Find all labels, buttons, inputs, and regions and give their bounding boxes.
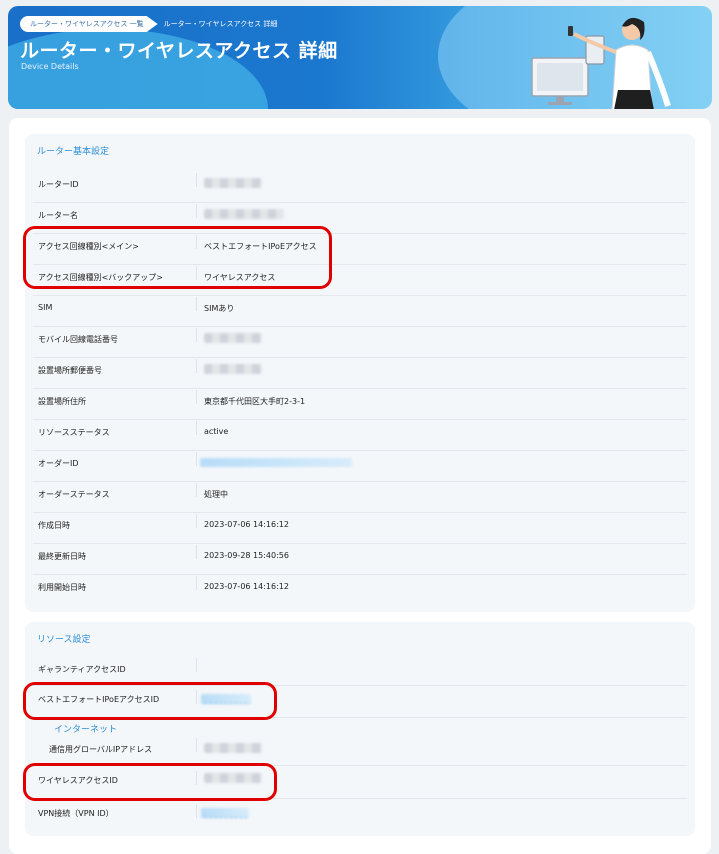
besteffort-access-id-link[interactable]: [201, 694, 251, 706]
page-subtitle: Device Details: [21, 62, 79, 71]
row-value: SIMあり: [204, 304, 235, 313]
detail-row-updated-at: 最終更新日時 2023-09-28 15:40:56: [33, 543, 687, 575]
row-value: ワイヤレスアクセス: [204, 273, 276, 282]
page-title: ルーター・ワイヤレスアクセス 詳細: [20, 40, 338, 62]
section-title: ルーター基本設定: [37, 147, 110, 157]
row-label: ルーターID: [38, 180, 79, 189]
row-value: 処理中: [204, 490, 228, 499]
row-value: 東京都千代田区大手町2-3-1: [204, 397, 306, 406]
row-label: VPN接続（VPN ID）: [38, 809, 114, 818]
detail-row-created-at: 作成日時 2023-07-06 14:16:12: [33, 512, 687, 544]
vpn-id-link[interactable]: [201, 808, 249, 820]
order-id-link[interactable]: [200, 458, 352, 469]
detail-row-order-status: オーダーステータス 処理中: [33, 481, 687, 513]
row-label: 設置場所郵便番号: [38, 366, 102, 375]
row-label: 通信用グローバルIPアドレス: [49, 745, 153, 754]
detail-row-access-backup: アクセス回線種別<バックアップ> ワイヤレスアクセス: [33, 264, 687, 296]
row-label: 利用開始日時: [38, 583, 86, 592]
row-label: 最終更新日時: [38, 552, 86, 561]
row-value: 2023-07-06 14:16:12: [204, 520, 289, 529]
row-value: active: [204, 427, 229, 436]
detail-row-global-ip: 通信用グローバルIPアドレス: [44, 736, 687, 766]
detail-row-start-at: 利用開始日時 2023-07-06 14:16:12: [33, 574, 687, 605]
row-value: 2023-09-28 15:40:56: [204, 551, 289, 560]
row-label: ルーター名: [38, 211, 78, 220]
detail-row-vpn-id: VPN接続（VPN ID）: [33, 798, 687, 830]
row-label: リソースステータス: [38, 428, 110, 437]
row-label: アクセス回線種別<メイン>: [38, 242, 140, 251]
row-value-masked: [204, 178, 262, 190]
person-with-devices-illustration: [531, 17, 671, 109]
row-label: ベストエフォートIPoEアクセスID: [38, 695, 160, 704]
page-header: ルーター・ワイヤレスアクセス 一覧 ルーター・ワイヤレスアクセス 詳細 ルーター…: [8, 6, 712, 109]
row-label: ギャランティアクセスID: [38, 665, 126, 674]
row-label: モバイル回線電話番号: [38, 335, 118, 344]
detail-row-resource-status: リソースステータス active: [33, 419, 687, 451]
row-label: オーダーID: [38, 459, 79, 468]
detail-row-order-id: オーダーID: [33, 450, 687, 482]
detail-row-sim: SIM SIMあり: [33, 295, 687, 327]
details-panel: ルーター基本設定 ルーターID ルーター名 アクセス回線種別<メイン> ベストエ…: [9, 118, 711, 854]
row-value-masked: [204, 333, 262, 345]
row-label: 作成日時: [38, 521, 70, 530]
router-basic-settings-section: ルーター基本設定 ルーターID ルーター名 アクセス回線種別<メイン> ベストエ…: [25, 134, 695, 612]
breadcrumb-current: ルーター・ワイヤレスアクセス 詳細: [163, 20, 278, 28]
row-label: オーダーステータス: [38, 490, 110, 499]
resource-settings-section: リソース設定 ギャランティアクセスID ベストエフォートIPoEアクセスID イ…: [25, 622, 695, 836]
detail-row-mobile-number: モバイル回線電話番号: [33, 326, 687, 358]
detail-row-address: 設置場所住所 東京都千代田区大手町2-3-1: [33, 388, 687, 420]
breadcrumb-link-list[interactable]: ルーター・ワイヤレスアクセス 一覧: [20, 16, 158, 32]
row-value-masked: [204, 743, 262, 755]
breadcrumb: ルーター・ワイヤレスアクセス 一覧 ルーター・ワイヤレスアクセス 詳細: [20, 16, 277, 32]
row-value-masked: [204, 209, 284, 221]
detail-row-wireless-access-id: ワイヤレスアクセスID: [33, 765, 687, 799]
row-label: ワイヤレスアクセスID: [38, 776, 118, 785]
row-label: 設置場所住所: [38, 397, 86, 406]
detail-row-guarantee-access-id: ギャランティアクセスID: [33, 656, 687, 686]
row-value-masked: [204, 364, 262, 376]
row-value-masked: [204, 773, 262, 785]
internet-subgroup-title: インターネット: [54, 725, 118, 735]
detail-row-access-main: アクセス回線種別<メイン> ベストエフォートIPoEアクセス: [33, 233, 687, 265]
section-title: リソース設定: [37, 635, 91, 645]
detail-row-router-id: ルーターID: [33, 171, 687, 203]
detail-row-besteffort-access-id: ベストエフォートIPoEアクセスID: [33, 685, 687, 718]
row-label: アクセス回線種別<バックアップ>: [38, 273, 164, 282]
detail-row-router-name: ルーター名: [33, 202, 687, 234]
detail-row-postal-code: 設置場所郵便番号: [33, 357, 687, 389]
row-value: ベストエフォートIPoEアクセス: [204, 242, 317, 251]
row-value: 2023-07-06 14:16:12: [204, 582, 289, 591]
row-label: SIM: [38, 303, 53, 312]
